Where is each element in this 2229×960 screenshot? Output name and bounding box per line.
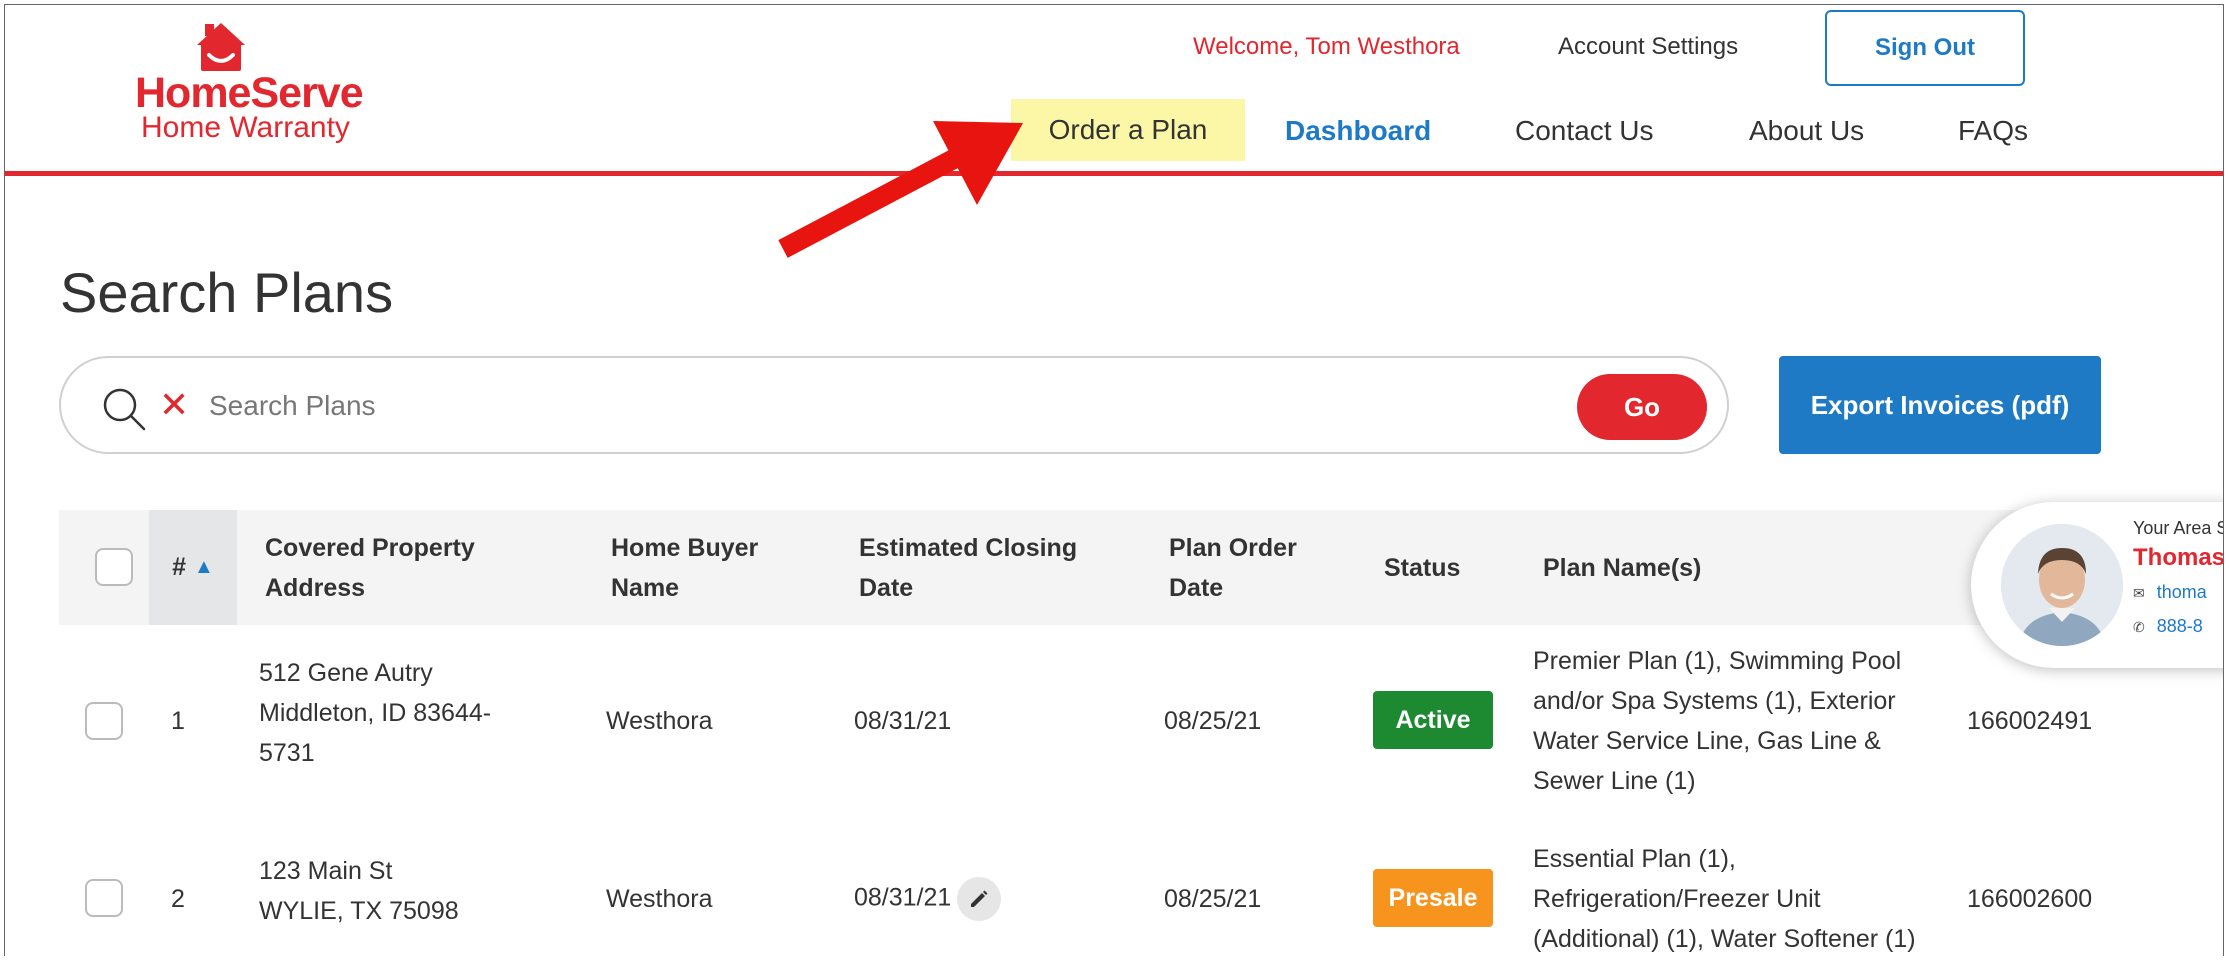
row-buyer: Westhora — [606, 707, 713, 735]
column-header-address[interactable]: Covered Property Address — [265, 528, 475, 608]
row-number: 2 — [171, 885, 185, 913]
plan-line: Water Service Line, Gas Line & — [1533, 727, 1881, 755]
header-line: Name — [611, 574, 680, 602]
app-frame: HomeServe Home Warranty Welcome, Tom Wes… — [4, 4, 2224, 956]
header-line: Date — [859, 574, 914, 602]
column-header-order-date[interactable]: Plan Order Date — [1169, 528, 1297, 608]
rep-avatar-icon — [2001, 524, 2123, 646]
page-title: Search Plans — [60, 261, 394, 324]
address-line: 123 Main St — [259, 857, 393, 885]
nav-contact-us[interactable]: Contact Us — [1515, 115, 1654, 147]
welcome-message: Welcome, Tom Westhora — [1193, 33, 1460, 60]
house-icon — [197, 23, 245, 71]
column-header-status[interactable]: Status — [1384, 548, 1460, 588]
nav-dashboard[interactable]: Dashboard — [1285, 115, 1431, 147]
logo-tagline: Home Warranty — [141, 111, 350, 144]
rep-email-text: thoma — [2156, 582, 2207, 602]
plan-line: and/or Spa Systems (1), Exterior — [1533, 687, 1896, 715]
row-order-date: 08/25/21 — [1164, 885, 1262, 913]
envelope-icon: ✉ — [2133, 585, 2145, 601]
rep-name: Thomas — [2133, 544, 2224, 571]
sign-out-button[interactable]: Sign Out — [1825, 10, 2025, 86]
address-line: WYLIE, TX 75098 — [259, 897, 459, 925]
export-invoices-button[interactable]: Export Invoices (pdf) — [1779, 356, 2101, 454]
rep-email-link[interactable]: ✉ thoma — [2133, 582, 2207, 603]
column-header-plan-names[interactable]: Plan Name(s) — [1543, 548, 1701, 588]
sort-ascending-icon: ▲ — [194, 556, 214, 578]
row-closing-date: 08/31/21 — [854, 883, 952, 912]
search-input[interactable] — [207, 380, 1211, 432]
status-badge: Active — [1373, 691, 1493, 749]
plan-line: Essential Plan (1), — [1533, 845, 1736, 873]
rep-phone-text: 888-8 — [2156, 616, 2203, 636]
search-bar: ✕ Go — [59, 356, 1729, 454]
header-divider — [5, 171, 2223, 176]
go-button[interactable]: Go — [1577, 374, 1707, 440]
status-badge: Presale — [1373, 869, 1493, 927]
row-address: 123 Main St WYLIE, TX 75098 — [259, 851, 459, 931]
nav-faqs[interactable]: FAQs — [1958, 115, 2028, 147]
edit-date-button[interactable] — [957, 877, 1002, 921]
clear-icon[interactable]: ✕ — [159, 384, 189, 426]
header-line: Date — [1169, 574, 1224, 602]
pencil-icon — [971, 890, 988, 907]
header-line: Home Buyer — [611, 534, 759, 562]
row-checkbox[interactable] — [85, 879, 123, 917]
address-line: 5731 — [259, 739, 315, 767]
address-line: 512 Gene Autry — [259, 659, 433, 687]
plan-line: Premier Plan (1), Swimming Pool — [1533, 647, 1902, 675]
annotation-arrow-icon — [778, 121, 1023, 258]
row-plan-names: Premier Plan (1), Swimming Pool and/or S… — [1533, 641, 1901, 801]
row-buyer: Westhora — [606, 885, 713, 913]
row-closing-date-cell: 08/31/21 — [854, 877, 1002, 921]
header-line: Plan Order — [1169, 534, 1297, 562]
plan-line: Refrigeration/Freezer Unit — [1533, 885, 1821, 913]
row-plan-number[interactable]: 166002600 — [1967, 879, 2092, 919]
row-order-date: 08/25/21 — [1164, 707, 1262, 735]
column-header-number-label: # — [172, 553, 187, 581]
select-all-checkbox[interactable] — [95, 548, 133, 586]
header-line: Address — [265, 574, 366, 602]
header-line: Covered Property — [265, 534, 475, 562]
rep-phone-link[interactable]: ✆ 888-8 — [2133, 616, 2203, 637]
row-checkbox[interactable] — [85, 702, 123, 740]
nav-order-a-plan[interactable]: Order a Plan — [1011, 99, 1245, 161]
area-rep-card[interactable]: Your Area S Thomas ✉ thoma ✆ 888-8 — [1971, 502, 2224, 668]
nav-about-us[interactable]: About Us — [1749, 115, 1864, 147]
address-line: Middleton, ID 83644- — [259, 699, 492, 727]
row-address: 512 Gene Autry Middleton, ID 83644- 5731 — [259, 653, 491, 773]
rep-label: Your Area S — [2133, 518, 2224, 538]
row-plan-number[interactable]: 166002491 — [1967, 701, 2092, 741]
header-line: Estimated Closing — [859, 534, 1078, 562]
phone-icon: ✆ — [2133, 619, 2145, 635]
column-header-buyer[interactable]: Home Buyer Name — [611, 528, 758, 608]
plan-line: Sewer Line (1) — [1533, 767, 1696, 795]
table-header: # ▲ Covered Property Address Home Buyer … — [59, 510, 2223, 625]
row-plan-names: Essential Plan (1), Refrigeration/Freeze… — [1533, 839, 1916, 956]
plan-line: (Additional) (1), Water Softener (1) — [1533, 925, 1916, 953]
column-header-closing-date[interactable]: Estimated Closing Date — [859, 528, 1077, 608]
account-settings-link[interactable]: Account Settings — [1558, 33, 1738, 61]
row-number: 1 — [171, 707, 185, 735]
rep-avatar — [2001, 524, 2123, 646]
column-header-number[interactable]: # ▲ — [149, 510, 237, 625]
row-closing-date: 08/31/21 — [854, 707, 952, 735]
search-icon[interactable] — [101, 386, 147, 432]
